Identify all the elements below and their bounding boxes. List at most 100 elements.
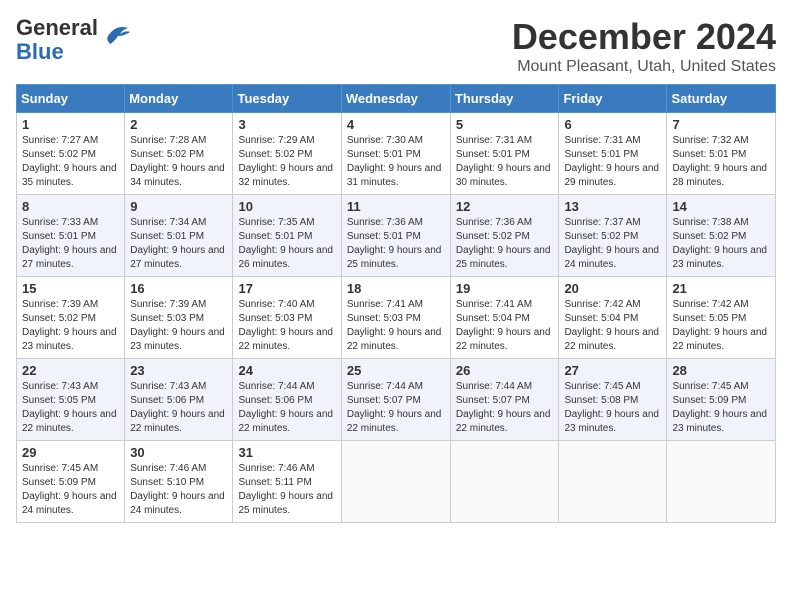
day-info: Sunrise: 7:33 AMSunset: 5:01 PMDaylight:… [22, 217, 117, 270]
calendar-cell: 31 Sunrise: 7:46 AMSunset: 5:11 PMDaylig… [233, 441, 341, 523]
day-number: 30 [130, 445, 227, 460]
calendar-week-2: 8 Sunrise: 7:33 AMSunset: 5:01 PMDayligh… [17, 195, 776, 277]
day-number: 20 [564, 281, 661, 296]
calendar-cell: 25 Sunrise: 7:44 AMSunset: 5:07 PMDaylig… [341, 359, 450, 441]
weekday-header-wednesday: Wednesday [341, 85, 450, 113]
calendar-cell [450, 441, 559, 523]
day-info: Sunrise: 7:32 AMSunset: 5:01 PMDaylight:… [672, 135, 767, 188]
day-info: Sunrise: 7:46 AMSunset: 5:11 PMDaylight:… [238, 463, 333, 516]
logo-bird-icon [100, 22, 132, 50]
day-number: 13 [564, 199, 661, 214]
day-number: 16 [130, 281, 227, 296]
day-info: Sunrise: 7:41 AMSunset: 5:04 PMDaylight:… [456, 299, 551, 352]
calendar-week-4: 22 Sunrise: 7:43 AMSunset: 5:05 PMDaylig… [17, 359, 776, 441]
calendar-cell: 15 Sunrise: 7:39 AMSunset: 5:02 PMDaylig… [17, 277, 125, 359]
calendar-cell: 16 Sunrise: 7:39 AMSunset: 5:03 PMDaylig… [125, 277, 233, 359]
calendar-cell: 7 Sunrise: 7:32 AMSunset: 5:01 PMDayligh… [667, 113, 776, 195]
calendar-cell: 20 Sunrise: 7:42 AMSunset: 5:04 PMDaylig… [559, 277, 667, 359]
day-info: Sunrise: 7:37 AMSunset: 5:02 PMDaylight:… [564, 217, 659, 270]
calendar-cell: 26 Sunrise: 7:44 AMSunset: 5:07 PMDaylig… [450, 359, 559, 441]
main-title: December 2024 [512, 16, 776, 58]
calendar-cell: 18 Sunrise: 7:41 AMSunset: 5:03 PMDaylig… [341, 277, 450, 359]
calendar-cell [667, 441, 776, 523]
day-number: 5 [456, 117, 554, 132]
day-info: Sunrise: 7:38 AMSunset: 5:02 PMDaylight:… [672, 217, 767, 270]
day-number: 10 [238, 199, 335, 214]
day-number: 2 [130, 117, 227, 132]
calendar-cell [559, 441, 667, 523]
calendar-cell: 28 Sunrise: 7:45 AMSunset: 5:09 PMDaylig… [667, 359, 776, 441]
day-number: 27 [564, 363, 661, 378]
day-number: 23 [130, 363, 227, 378]
weekday-header-monday: Monday [125, 85, 233, 113]
title-section: December 2024 Mount Pleasant, Utah, Unit… [512, 16, 776, 76]
day-info: Sunrise: 7:39 AMSunset: 5:02 PMDaylight:… [22, 299, 117, 352]
day-info: Sunrise: 7:31 AMSunset: 5:01 PMDaylight:… [564, 135, 659, 188]
subtitle: Mount Pleasant, Utah, United States [512, 58, 776, 76]
day-number: 28 [672, 363, 770, 378]
day-info: Sunrise: 7:34 AMSunset: 5:01 PMDaylight:… [130, 217, 225, 270]
day-info: Sunrise: 7:29 AMSunset: 5:02 PMDaylight:… [238, 135, 333, 188]
day-info: Sunrise: 7:30 AMSunset: 5:01 PMDaylight:… [347, 135, 442, 188]
calendar-cell [341, 441, 450, 523]
day-number: 18 [347, 281, 445, 296]
weekday-header-friday: Friday [559, 85, 667, 113]
calendar-cell: 2 Sunrise: 7:28 AMSunset: 5:02 PMDayligh… [125, 113, 233, 195]
day-info: Sunrise: 7:44 AMSunset: 5:07 PMDaylight:… [347, 381, 442, 434]
day-number: 12 [456, 199, 554, 214]
day-info: Sunrise: 7:27 AMSunset: 5:02 PMDaylight:… [22, 135, 117, 188]
day-info: Sunrise: 7:45 AMSunset: 5:09 PMDaylight:… [22, 463, 117, 516]
calendar-week-1: 1 Sunrise: 7:27 AMSunset: 5:02 PMDayligh… [17, 113, 776, 195]
calendar-cell: 22 Sunrise: 7:43 AMSunset: 5:05 PMDaylig… [17, 359, 125, 441]
calendar-cell: 29 Sunrise: 7:45 AMSunset: 5:09 PMDaylig… [17, 441, 125, 523]
day-info: Sunrise: 7:46 AMSunset: 5:10 PMDaylight:… [130, 463, 225, 516]
weekday-header-saturday: Saturday [667, 85, 776, 113]
calendar-cell: 8 Sunrise: 7:33 AMSunset: 5:01 PMDayligh… [17, 195, 125, 277]
day-number: 21 [672, 281, 770, 296]
day-number: 19 [456, 281, 554, 296]
day-number: 26 [456, 363, 554, 378]
calendar-cell: 1 Sunrise: 7:27 AMSunset: 5:02 PMDayligh… [17, 113, 125, 195]
day-info: Sunrise: 7:43 AMSunset: 5:05 PMDaylight:… [22, 381, 117, 434]
day-info: Sunrise: 7:39 AMSunset: 5:03 PMDaylight:… [130, 299, 225, 352]
day-number: 6 [564, 117, 661, 132]
calendar-table: SundayMondayTuesdayWednesdayThursdayFrid… [16, 84, 776, 523]
day-number: 4 [347, 117, 445, 132]
day-info: Sunrise: 7:45 AMSunset: 5:09 PMDaylight:… [672, 381, 767, 434]
day-number: 7 [672, 117, 770, 132]
calendar-cell: 6 Sunrise: 7:31 AMSunset: 5:01 PMDayligh… [559, 113, 667, 195]
day-number: 3 [238, 117, 335, 132]
day-info: Sunrise: 7:35 AMSunset: 5:01 PMDaylight:… [238, 217, 333, 270]
day-info: Sunrise: 7:31 AMSunset: 5:01 PMDaylight:… [456, 135, 551, 188]
calendar-cell: 10 Sunrise: 7:35 AMSunset: 5:01 PMDaylig… [233, 195, 341, 277]
day-number: 24 [238, 363, 335, 378]
day-number: 22 [22, 363, 119, 378]
day-number: 29 [22, 445, 119, 460]
day-number: 17 [238, 281, 335, 296]
day-info: Sunrise: 7:40 AMSunset: 5:03 PMDaylight:… [238, 299, 333, 352]
calendar-week-5: 29 Sunrise: 7:45 AMSunset: 5:09 PMDaylig… [17, 441, 776, 523]
calendar-header-row: SundayMondayTuesdayWednesdayThursdayFrid… [17, 85, 776, 113]
day-info: Sunrise: 7:42 AMSunset: 5:04 PMDaylight:… [564, 299, 659, 352]
calendar-cell: 3 Sunrise: 7:29 AMSunset: 5:02 PMDayligh… [233, 113, 341, 195]
logo: GeneralBlue [16, 16, 132, 64]
day-info: Sunrise: 7:44 AMSunset: 5:07 PMDaylight:… [456, 381, 551, 434]
day-info: Sunrise: 7:42 AMSunset: 5:05 PMDaylight:… [672, 299, 767, 352]
weekday-header-thursday: Thursday [450, 85, 559, 113]
day-number: 31 [238, 445, 335, 460]
day-number: 25 [347, 363, 445, 378]
calendar-cell: 17 Sunrise: 7:40 AMSunset: 5:03 PMDaylig… [233, 277, 341, 359]
day-number: 14 [672, 199, 770, 214]
calendar-cell: 12 Sunrise: 7:36 AMSunset: 5:02 PMDaylig… [450, 195, 559, 277]
day-info: Sunrise: 7:43 AMSunset: 5:06 PMDaylight:… [130, 381, 225, 434]
calendar-cell: 21 Sunrise: 7:42 AMSunset: 5:05 PMDaylig… [667, 277, 776, 359]
day-number: 1 [22, 117, 119, 132]
calendar-cell: 23 Sunrise: 7:43 AMSunset: 5:06 PMDaylig… [125, 359, 233, 441]
calendar-cell: 9 Sunrise: 7:34 AMSunset: 5:01 PMDayligh… [125, 195, 233, 277]
calendar-cell: 19 Sunrise: 7:41 AMSunset: 5:04 PMDaylig… [450, 277, 559, 359]
weekday-header-sunday: Sunday [17, 85, 125, 113]
page-header: GeneralBlue December 2024 Mount Pleasant… [16, 16, 776, 76]
calendar-week-3: 15 Sunrise: 7:39 AMSunset: 5:02 PMDaylig… [17, 277, 776, 359]
logo-text: GeneralBlue [16, 16, 98, 64]
day-info: Sunrise: 7:44 AMSunset: 5:06 PMDaylight:… [238, 381, 333, 434]
